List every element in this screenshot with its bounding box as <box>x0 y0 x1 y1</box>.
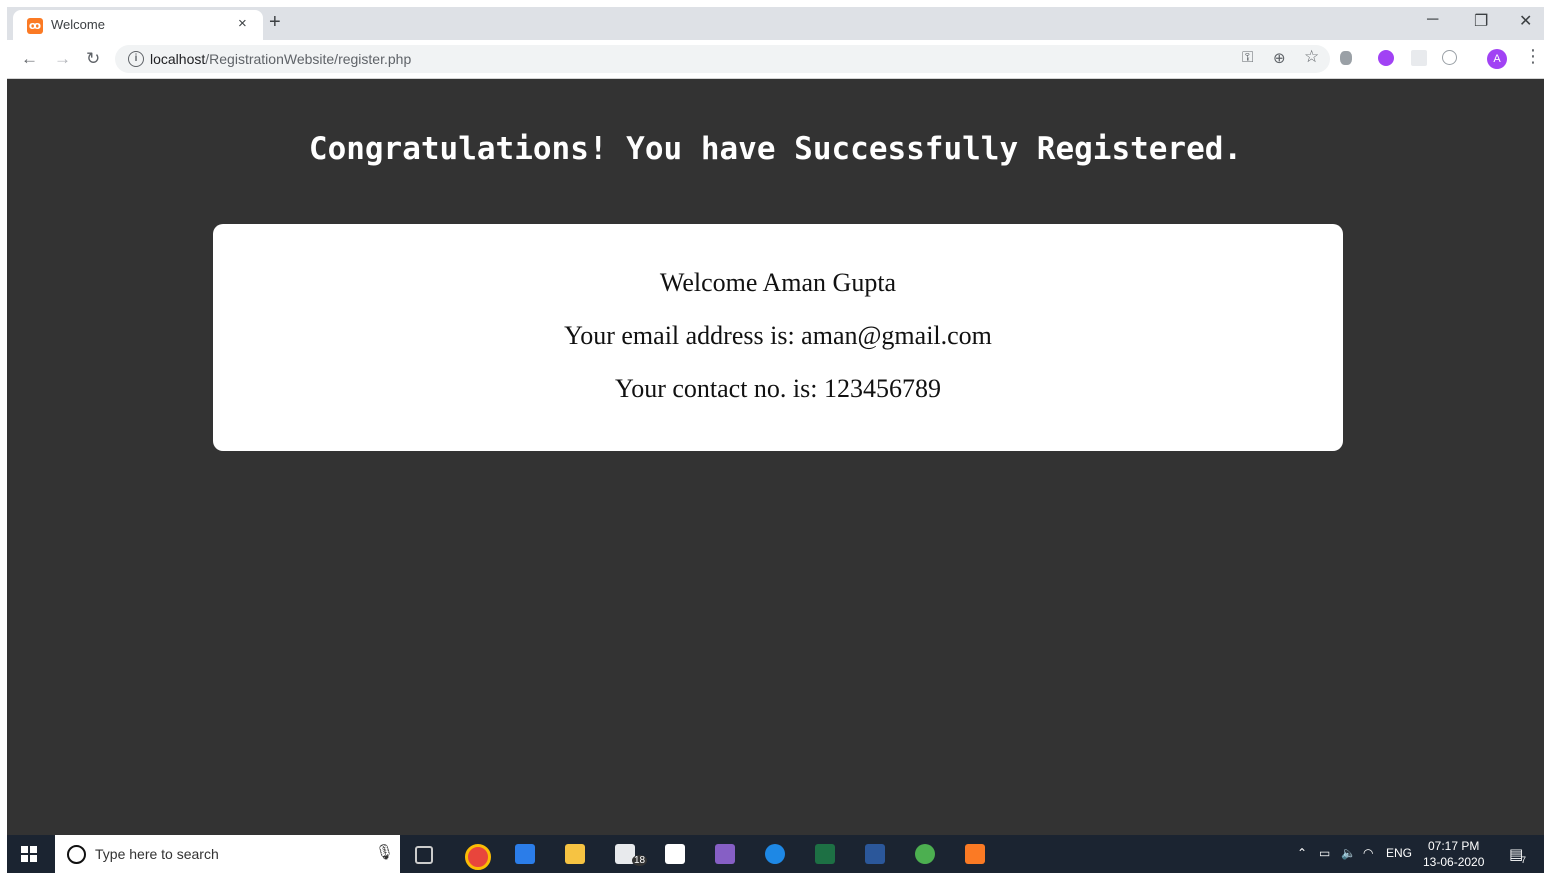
visual-studio-icon[interactable] <box>715 844 735 864</box>
cortana-icon <box>67 845 86 864</box>
forward-icon[interactable]: → <box>54 49 71 69</box>
mail-badge: 18 <box>632 855 648 866</box>
bookmark-star-icon[interactable]: ☆ <box>1304 47 1319 67</box>
minimize-icon[interactable]: ─ <box>1427 11 1438 29</box>
info-icon[interactable]: i <box>128 51 144 67</box>
blank-extension-icon[interactable] <box>1411 50 1427 66</box>
language-indicator[interactable]: ENG <box>1386 846 1412 860</box>
bug-extension-icon[interactable] <box>1340 51 1352 65</box>
word-icon[interactable] <box>865 844 885 864</box>
restore-icon[interactable]: ❐ <box>1474 11 1488 31</box>
clock-date: 13-06-2020 <box>1423 855 1485 869</box>
microphone-icon[interactable]: 🎙 <box>375 843 394 861</box>
email-text: Your email address is: aman@gmail.com <box>564 321 992 350</box>
url-text[interactable]: localhost/RegistrationWebsite/register.p… <box>150 51 411 67</box>
clock-time: 07:17 PM <box>1428 839 1480 853</box>
success-heading: Congratulations! You have Successfully R… <box>308 131 1243 167</box>
excel-icon[interactable] <box>815 844 835 864</box>
edge-icon[interactable] <box>765 844 785 864</box>
purple-extension-icon[interactable] <box>1378 50 1394 66</box>
taskbar-search[interactable]: Type here to search 🎙 <box>55 835 400 873</box>
wifi-icon[interactable]: ◠ <box>1363 846 1373 860</box>
store-icon[interactable] <box>665 844 685 864</box>
page-content: Congratulations! You have Successfully R… <box>7 79 1544 835</box>
welcome-text: Welcome Aman Gupta <box>659 268 897 297</box>
file-explorer-icon[interactable] <box>565 844 585 864</box>
profile-avatar[interactable]: A <box>1487 49 1507 69</box>
address-bar[interactable]: i localhost/RegistrationWebsite/register… <box>115 45 1330 73</box>
xampp-icon[interactable] <box>965 844 985 864</box>
tray-chevron-icon[interactable]: ⌃ <box>1297 846 1307 860</box>
search-placeholder: Type here to search <box>95 846 219 862</box>
tab-close-icon[interactable]: × <box>238 15 247 32</box>
app-icon[interactable] <box>515 844 535 864</box>
user-info-card: Welcome Aman Gupta Your email address is… <box>213 224 1343 451</box>
close-window-icon[interactable]: ✕ <box>1519 11 1532 31</box>
menu-dots-icon[interactable]: ⋮ <box>1524 46 1542 67</box>
contact-text: Your contact no. is: 123456789 <box>615 374 941 403</box>
notification-count: 7 <box>1521 855 1527 865</box>
xampp-favicon-icon: ꝏ <box>27 18 43 34</box>
browser-tab[interactable]: ꝏ Welcome × <box>13 10 263 40</box>
url-host: localhost <box>150 51 206 67</box>
chrome-icon[interactable] <box>465 844 491 870</box>
clock[interactable]: 07:17 PM 13-06-2020 <box>1423 838 1484 870</box>
taskbar: Type here to search 🎙 18 ⌃ ▭ 🔈 ◠ ENG 07:… <box>7 835 1544 873</box>
tab-title: Welcome <box>51 17 105 32</box>
volume-icon[interactable]: 🔈 <box>1341 846 1356 860</box>
task-view-icon[interactable] <box>415 846 433 864</box>
battery-icon[interactable]: ▭ <box>1319 846 1330 860</box>
reload-icon[interactable]: ↻ <box>86 49 100 69</box>
tab-strip: ꝏ Welcome × + ─ ❐ ✕ <box>7 7 1544 40</box>
browser-toolbar: ← → ↻ i localhost/RegistrationWebsite/re… <box>7 40 1544 79</box>
link-extension-icon[interactable] <box>1442 50 1457 65</box>
zoom-icon[interactable]: ⊕ <box>1273 49 1286 67</box>
back-icon[interactable]: ← <box>21 49 38 69</box>
windows-start-icon[interactable] <box>21 846 37 862</box>
new-tab-button[interactable]: + <box>269 11 281 34</box>
key-icon[interactable]: ⚿ <box>1242 49 1253 66</box>
url-path: /RegistrationWebsite/register.php <box>205 51 412 67</box>
green-app-icon[interactable] <box>915 844 935 864</box>
